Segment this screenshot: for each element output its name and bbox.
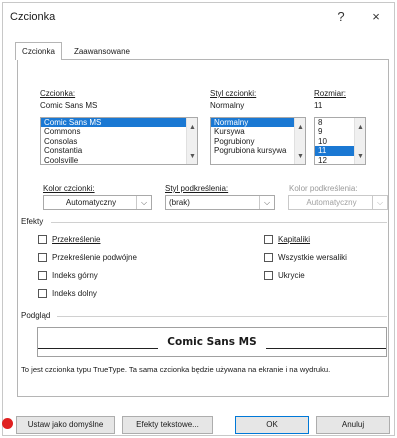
- style-list-scrollbar[interactable]: ▲ ▼: [294, 118, 305, 164]
- chevron-down-icon[interactable]: ⌵: [136, 196, 151, 209]
- chevron-down-icon[interactable]: ▼: [355, 151, 365, 162]
- preview-heading: Podgląd: [21, 311, 51, 320]
- chevron-down-icon[interactable]: ▼: [295, 151, 305, 162]
- hidden-label: Ukrycie: [278, 271, 305, 280]
- preview-sample: Comic Sans MS: [167, 336, 257, 348]
- close-button[interactable]: ×: [365, 6, 387, 28]
- preview-box: Comic Sans MS: [37, 327, 387, 357]
- subscript-label: Indeks dolny: [52, 289, 97, 298]
- chevron-down-icon[interactable]: ⌵: [259, 196, 274, 209]
- double-strikethrough-label: Przekreślenie podwójne: [52, 253, 137, 262]
- font-label: Czcionka:: [40, 89, 76, 98]
- strikethrough-label: Przekreślenie: [52, 235, 101, 244]
- tab-font-label: Czcionka: [22, 47, 55, 56]
- font-color-dropdown[interactable]: Automatyczny ⌵: [43, 195, 152, 210]
- list-item[interactable]: Comic Sans MS: [41, 118, 197, 128]
- dialog-title: Czcionka: [10, 11, 56, 23]
- text-effects-button[interactable]: Efekty tekstowe...: [122, 416, 213, 434]
- tab-advanced-label: Zaawansowane: [73, 47, 131, 56]
- tab-advanced[interactable]: Zaawansowane: [65, 42, 139, 60]
- underline-color-value: Automatyczny: [306, 198, 357, 207]
- preview-baseline-right: [266, 348, 386, 349]
- superscript-checkbox[interactable]: [38, 271, 47, 280]
- font-color-value: Automatyczny: [65, 198, 117, 207]
- effects-heading: Efekty: [21, 217, 44, 226]
- list-item[interactable]: Pogrubiona kursywa: [211, 146, 305, 155]
- list-item[interactable]: Coolsville: [41, 156, 197, 164]
- list-item[interactable]: Constantia: [41, 146, 197, 155]
- preview-divider: [57, 316, 387, 317]
- list-item[interactable]: Consolas: [41, 137, 197, 146]
- help-button[interactable]: ?: [330, 6, 352, 28]
- underline-style-value: (brak): [169, 198, 190, 207]
- style-input[interactable]: Normalny: [210, 100, 306, 114]
- underline-color-label: Kolor podkreślenia:: [289, 184, 358, 193]
- set-default-button[interactable]: Ustaw jako domyślne: [16, 416, 115, 434]
- size-input[interactable]: 11: [314, 100, 366, 114]
- size-list[interactable]: 8 9 10 11 12 ▲ ▼: [314, 117, 366, 165]
- font-color-label: Kolor czcionki:: [43, 184, 95, 193]
- preview-note: To jest czcionka typu TrueType. Ta sama …: [21, 365, 331, 374]
- font-list-scrollbar[interactable]: ▲ ▼: [186, 118, 197, 164]
- tab-font[interactable]: Czcionka: [15, 42, 62, 60]
- small-caps-checkbox[interactable]: [264, 235, 273, 244]
- style-list[interactable]: Normalny Kursywa Pogrubiony Pogrubiona k…: [210, 117, 306, 165]
- double-strikethrough-checkbox[interactable]: [38, 253, 47, 262]
- effects-divider: [51, 222, 387, 223]
- all-caps-label: Wszystkie wersaliki: [278, 253, 347, 262]
- red-dot-marker: [2, 418, 13, 429]
- style-label: Styl czcionki:: [210, 89, 257, 98]
- strikethrough-checkbox[interactable]: [38, 235, 47, 244]
- list-item[interactable]: Kursywa: [211, 127, 305, 136]
- chevron-down-icon[interactable]: ⌵: [372, 196, 387, 209]
- size-list-scrollbar[interactable]: ▲ ▼: [354, 118, 365, 164]
- underline-style-label: Styl podkreślenia:: [165, 184, 229, 193]
- font-name-input[interactable]: Comic Sans MS: [40, 100, 198, 114]
- list-item[interactable]: Normalny: [211, 118, 305, 128]
- all-caps-checkbox[interactable]: [264, 253, 273, 262]
- cancel-button[interactable]: Anuluj: [316, 416, 390, 434]
- title-bar: Czcionka ? ×: [3, 3, 394, 31]
- font-dialog: Czcionka ? × Czcionka Zaawansowane Czcio…: [2, 2, 395, 436]
- preview-baseline-left: [38, 348, 158, 349]
- chevron-up-icon[interactable]: ▲: [187, 122, 197, 133]
- hidden-checkbox[interactable]: [264, 271, 273, 280]
- chevron-up-icon[interactable]: ▲: [355, 122, 365, 133]
- list-item[interactable]: Pogrubiony: [211, 137, 305, 146]
- superscript-label: Indeks górny: [52, 271, 98, 280]
- underline-color-dropdown[interactable]: Automatyczny ⌵: [288, 195, 388, 210]
- chevron-down-icon[interactable]: ▼: [187, 151, 197, 162]
- chevron-up-icon[interactable]: ▲: [295, 122, 305, 133]
- list-item[interactable]: Commons: [41, 127, 197, 136]
- font-list[interactable]: Comic Sans MS Commons Consolas Constanti…: [40, 117, 198, 165]
- small-caps-label: Kapitaliki: [278, 235, 311, 244]
- size-label: Rozmiar:: [314, 89, 347, 98]
- underline-style-dropdown[interactable]: (brak) ⌵: [165, 195, 275, 210]
- subscript-checkbox[interactable]: [38, 289, 47, 298]
- ok-button[interactable]: OK: [235, 416, 309, 434]
